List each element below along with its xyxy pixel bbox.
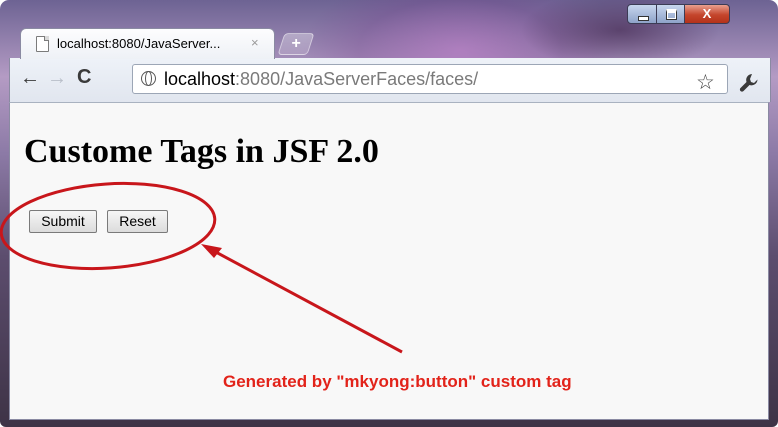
submit-button[interactable]: Submit: [29, 210, 97, 233]
new-tab-button[interactable]: +: [277, 33, 315, 55]
address-path: :8080/JavaServerFaces/faces/: [235, 69, 479, 89]
page-heading: Custome Tags in JSF 2.0: [24, 133, 379, 170]
tab-close-icon[interactable]: ×: [251, 35, 259, 50]
bookmark-star-icon[interactable]: ☆: [696, 70, 715, 95]
address-text: localhost:8080/JavaServerFaces/faces/: [164, 69, 478, 90]
browser-tab[interactable]: localhost:8080/JavaServer... ×: [20, 28, 275, 59]
wrench-icon[interactable]: [738, 72, 760, 94]
browser-window: localhost:8080/JavaServer... × + X ← → C…: [0, 0, 778, 427]
close-icon: X: [702, 6, 712, 21]
window-controls: X: [627, 4, 769, 24]
back-icon[interactable]: ←: [20, 67, 40, 90]
browser-toolbar: ← → C localhost:8080/JavaServerFaces/fac…: [9, 58, 771, 102]
close-window-button[interactable]: X: [684, 4, 730, 24]
address-host: localhost: [164, 69, 236, 89]
globe-icon: [141, 71, 156, 86]
reset-button[interactable]: Reset: [107, 210, 168, 233]
annotation-text: Generated by "mkyong:button" custom tag: [223, 372, 572, 391]
plus-icon: +: [291, 35, 301, 52]
maximize-button[interactable]: [656, 4, 685, 24]
address-bar[interactable]: localhost:8080/JavaServerFaces/faces/: [132, 64, 728, 94]
page-icon: [36, 36, 49, 52]
minimize-button[interactable]: [627, 4, 657, 24]
reload-icon[interactable]: C: [77, 66, 91, 89]
forward-icon[interactable]: →: [47, 67, 67, 90]
tab-title: localhost:8080/JavaServer...: [57, 36, 221, 51]
page-content: Custome Tags in JSF 2.0 Submit Reset Gen…: [9, 102, 769, 420]
